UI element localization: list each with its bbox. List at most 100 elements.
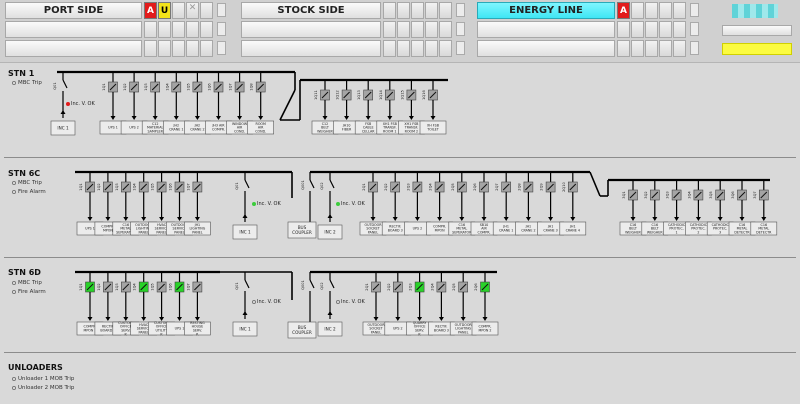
- stn1-bus-b-feeder-target-label-line: FIBER: [342, 128, 352, 132]
- stn6d-bus-b-feeder: 2Q6: [474, 272, 490, 321]
- stn6c-bus-b-feeder: 2Q6: [473, 172, 489, 221]
- stn6d-bus-b-feeder-code: 2Q6: [474, 283, 478, 291]
- stn6c-bus-c-feeder-code: 3Q7: [753, 191, 757, 198]
- stn1-bus-a-feeder-arrow-icon: [216, 116, 221, 120]
- stn6c-bus-c-feeder-code: 3Q1: [622, 191, 626, 198]
- stn6c-bus-coupler-target-label-line: COUPLER: [292, 230, 312, 235]
- stn1-bus-b-feeder-target-label-line: ROOM 1: [383, 130, 396, 134]
- stn6d-bus-a-feeder: 1Q7: [186, 272, 203, 321]
- stn1-bus-a-feeder-arrow-icon: [152, 116, 158, 120]
- stn1-bus-a-feeder: 1Q8: [250, 72, 266, 120]
- stn6c-bus-c-feeder: 3Q6: [731, 180, 747, 221]
- stn6c-bus-a-feeder: 1Q7: [186, 172, 203, 221]
- stn1-bus-b-feeder-arrow-icon: [365, 116, 371, 120]
- stn1-bus-a-feeder: 1Q6: [208, 72, 224, 120]
- stn6c-bus-b-feeder-code: 2Q5: [451, 183, 455, 190]
- stn6c-bus-a-feeder-arrow-icon: [87, 217, 93, 221]
- stn6d-bus-a-feeder-target-label-line: UPS 1: [175, 327, 185, 331]
- stn6c-bus-a-feeder-arrow-icon: [159, 217, 165, 221]
- stn1-bus-b-feeder-target-label-line: WEIGHER: [317, 130, 333, 134]
- stn1-bus-b-feeder-arrow-icon: [387, 116, 393, 120]
- stn6c-incomer-1-target: INC 1: [232, 224, 258, 240]
- stn6d-bus-b-feeder-target-label-line: MPON 2: [478, 329, 491, 333]
- stn6c-bus-a-feeder-target-label-line: MPON: [103, 229, 113, 233]
- stn6d-bus-b-feeder-arrow-icon: [438, 317, 444, 321]
- stn6c-bus-c-feeder-code: 3Q4: [687, 191, 691, 199]
- stn6d-bus-b-feeder-code: 2Q5: [452, 283, 456, 290]
- stn1-bus-a-feeder: 1Q4: [165, 72, 182, 120]
- stn1-bus-a-feeder-target-label: UPS 1: [108, 126, 118, 130]
- stn6c-bus-a-feeder-target-label-line: PANEL: [174, 231, 185, 235]
- stn6c-bus-b-feeder-target-label-line: UPS 2: [413, 227, 423, 231]
- stn1-bus-b-feeder-code: 1Q14: [379, 89, 383, 99]
- stn6c-bus-b-feeder: 2Q8: [517, 172, 534, 221]
- stn6c-bus-b-feeder-target-label-line: CRANE 4: [566, 229, 580, 233]
- stn6c-bus-a-feeder-arrow-icon: [123, 217, 129, 221]
- stn6c-bus-b-feeder-code: 2Q4: [429, 183, 433, 191]
- stn6c-bus-a-feeder-code: 1Q7: [186, 183, 190, 190]
- stn6c-bus-c-feeder-target-label-line: 1: [676, 231, 678, 235]
- stn6c-bus-b-feeder: 2Q4: [429, 172, 445, 221]
- stn6d-bus-a-feeder-code: 1Q6: [169, 283, 173, 291]
- stn6c-bus-b-feeder: 2Q1: [362, 172, 378, 221]
- stn6d-bus-a-feeder-target-label: COMPR. MPON 1: [83, 325, 96, 333]
- stn6d-incomer-1-arrow-icon: [242, 311, 248, 315]
- stn6c-bus-a-feeder: 1Q1: [79, 172, 95, 221]
- stn6c-bus-a-feeder: 1Q3: [115, 172, 131, 221]
- stn6c-bus-b-feeder-target-label-line: CRANE 1: [499, 229, 513, 233]
- stn6d-bus-a-feeder-target-label-line: P.: [125, 333, 128, 337]
- stn6d-bus-a-feeder-arrow-icon: [87, 317, 93, 321]
- stn6d-bus-a-feeder-target: RESTING HOUSE SERV. P.: [184, 321, 211, 337]
- stn6c-bus-c-feeder-target: C16 METAL DETECTR: [750, 221, 778, 236]
- stn1-bus-b-feeder-code: 1Q13: [357, 90, 361, 100]
- stn6d-bus-a-feeder: 1Q3: [115, 272, 131, 321]
- stn1-bus-a-feeder: 1Q3: [144, 72, 160, 120]
- stn6d-bus-a-feeder-code: 1Q1: [79, 283, 83, 290]
- stn6d-bus-b-feeder-arrow-icon: [373, 317, 379, 321]
- stn6c-incomer-2-switch: [329, 179, 335, 189]
- stn6c-bus-b-feeder: 2Q3: [406, 172, 423, 221]
- stn6c-bus-a-feeder-target: JH1 LIGHTING PANEL: [184, 221, 211, 236]
- stn6c-bus-c-feeder-arrow-icon: [761, 217, 767, 221]
- stn1-bus-b-feeder-target-label: XH1 FSB TRANSF. ROOM 2: [404, 122, 419, 134]
- stn6d-bus-b-feeder-target-label-line: BOARD 3: [434, 329, 449, 333]
- stn1-bus-a-feeder-target: ROOM AIR COND.: [247, 120, 274, 135]
- stn6d-bus-a-feeder-target-label-line: MPON 1: [83, 329, 96, 333]
- stn1-bus-b-feeder-arrow-icon: [408, 116, 414, 120]
- stn1-bus-b-feeder-target-label-line: ROOM 2: [405, 130, 418, 134]
- stn6d-bus-a-feeder-target-label-line: PANEL: [138, 331, 149, 335]
- stn6d-incomer-1-target: INC 1: [232, 321, 258, 337]
- stn6d-incomer-1-target-label: INC 1: [239, 327, 251, 332]
- stn6c-bus-a-feeder-code: 1Q5: [151, 183, 155, 190]
- stn1-bus-b-feeder-target: XH FSB TOILET: [419, 120, 447, 135]
- stn1-bus-a-feeder-target-label-line: CRANE 1: [169, 128, 183, 132]
- stn6d-bus-b-feeder-target-label: RECTIF. BOARD 3: [434, 325, 449, 333]
- stn6d-incomer-2: Q02: [320, 272, 335, 319]
- stn6d-bus-b-feeder-target-label-line: PANEL: [371, 331, 382, 335]
- stn6c-incomer-2-code: Q02: [320, 182, 324, 189]
- stn6d-incomer-2-switch: [329, 279, 335, 289]
- stn1-bus-a-feeder-arrow-icon: [258, 116, 264, 120]
- stn1-bus-b-feeder-arrow-icon: [344, 116, 350, 120]
- stn6c-bus-b-feeder-target-label-line: BOARD 3: [388, 229, 403, 233]
- stn1-bus-a-feeder-code: 1Q6: [208, 83, 212, 91]
- stn6d-bus-b-feeder-code: 2Q1: [365, 283, 369, 290]
- stn6c-incomer-1-arrow-icon: [242, 214, 248, 218]
- stn1-bus-a-feeder-arrow-icon: [110, 116, 116, 120]
- stn1-bus-b-feeder-code: 1Q12: [336, 90, 340, 100]
- stn6d-bus-b-feeder-code: 2Q3: [409, 283, 413, 290]
- stn6c-bus-c-feeder-arrow-icon: [652, 217, 658, 221]
- stn1-bus-a-feeder-target-label-line: UPS 1: [108, 126, 118, 130]
- stn1-bus-b-feeder: 1Q14: [379, 80, 395, 120]
- stn1-bus-b-feeder-target-label: XH FSB TOILET: [426, 124, 440, 132]
- stn6c-bus-coupler-switch: [309, 179, 315, 189]
- stn6d-incomer-2-target-label: INC 2: [324, 327, 336, 332]
- stn6d-bus-a-feeder-code: 1Q7: [186, 283, 190, 290]
- stn6c-bus-b-feeder: 2Q10: [562, 172, 578, 221]
- stn6c-bus-a-feeder: 1Q5: [151, 172, 167, 221]
- stn6c-bus-b-feeder-target-label: RECTIF. BOARD 3: [388, 225, 403, 233]
- stn6d-incomer-1-switch: [244, 279, 250, 289]
- stn6c-bus-a-feeder-target-label-line: UPS 1: [85, 227, 95, 231]
- stn6c-bus-b-feeder-target-label: UPS 2: [413, 227, 423, 231]
- stn6c-bus-b-feeder: 2Q7: [495, 172, 512, 221]
